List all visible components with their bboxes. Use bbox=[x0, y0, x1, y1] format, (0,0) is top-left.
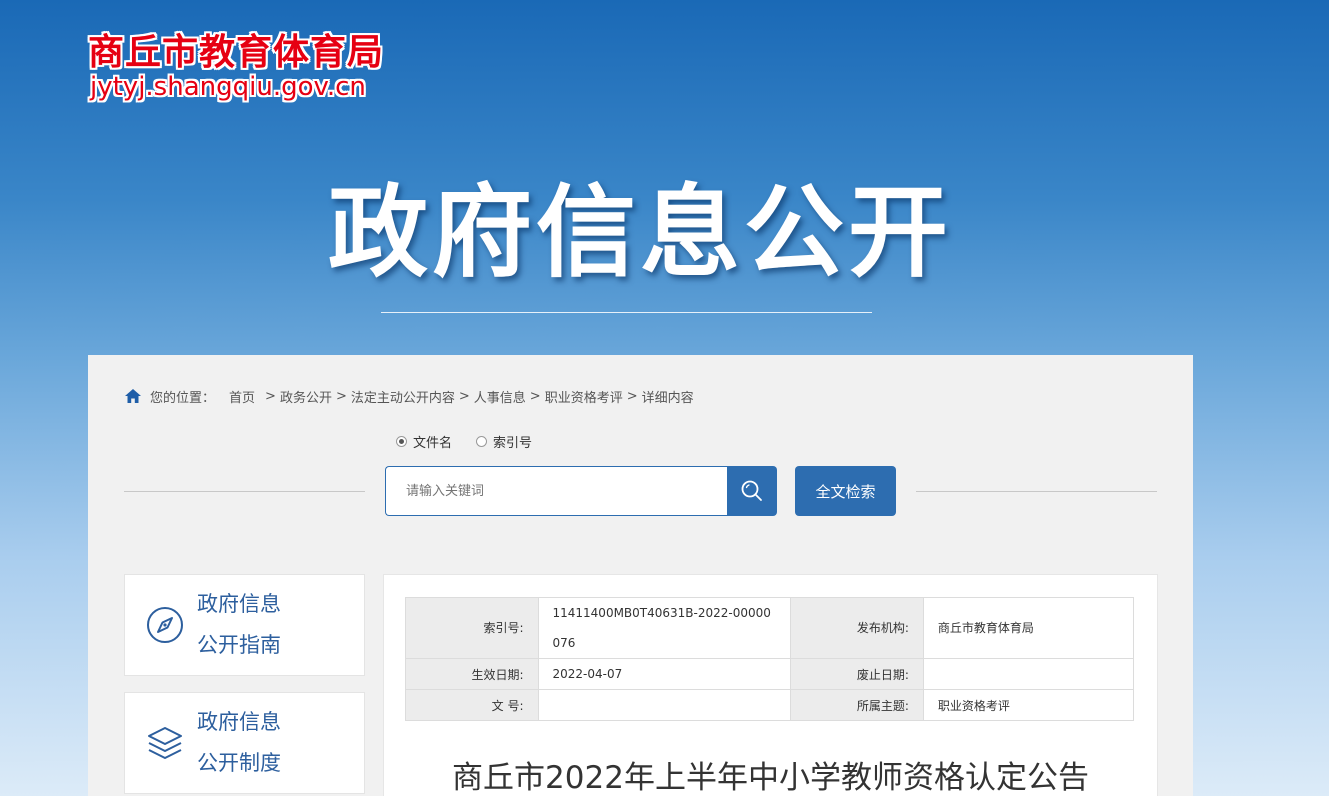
search-input[interactable] bbox=[385, 466, 728, 516]
breadcrumb-prefix: 您的位置： bbox=[150, 390, 216, 406]
breadcrumb-gov-affairs[interactable]: 政务公开 bbox=[280, 387, 332, 406]
document-info-table: 索引号: 11411400MB0T40631B-2022-00000076 发布… bbox=[405, 597, 1135, 721]
search-button[interactable] bbox=[727, 466, 777, 516]
breadcrumb: 您的位置： 首页 > 政务公开 > 法定主动公开内容 > 人事信息 > 职业资格… bbox=[124, 387, 694, 406]
sidebar-item-disclosure-system[interactable]: 政府信息 公开制度 bbox=[124, 692, 365, 794]
table-row: 生效日期: 2022-04-07 废止日期: bbox=[405, 658, 1135, 690]
radio-filename-label: 文件名 bbox=[413, 436, 453, 451]
logo-url: jytyj.shangqiu.gov.cn bbox=[90, 72, 366, 102]
breadcrumb-separator: > bbox=[335, 388, 347, 404]
document-number-label: 文 号: bbox=[405, 689, 539, 721]
effective-date-label: 生效日期: bbox=[405, 658, 539, 690]
document-number-value bbox=[537, 689, 792, 721]
fulltext-search-button[interactable]: 全文检索 bbox=[795, 466, 896, 516]
breadcrumb-detail: 详细内容 bbox=[641, 390, 694, 406]
expiry-date-label: 废止日期: bbox=[790, 658, 924, 690]
expiry-date-value bbox=[922, 658, 1135, 690]
sidebar-item-disclosure-guide[interactable]: 政府信息 公开指南 bbox=[124, 574, 365, 676]
radio-filename-dot[interactable] bbox=[396, 436, 407, 447]
table-row: 文 号: 所属主题: 职业资格考评 bbox=[405, 689, 1135, 721]
topic-value: 职业资格考评 bbox=[922, 689, 1135, 721]
table-row: 索引号: 11411400MB0T40631B-2022-00000076 发布… bbox=[405, 597, 1135, 659]
search-type-radios: 文件名 索引号 bbox=[396, 432, 556, 451]
breadcrumb-separator: > bbox=[458, 388, 470, 404]
index-number-label: 索引号: bbox=[405, 597, 539, 659]
site-logo[interactable]: 商丘市教育体育局 jytyj.shangqiu.gov.cn bbox=[88, 32, 408, 102]
radio-filename[interactable]: 文件名 bbox=[396, 432, 452, 451]
breadcrumb-separator: > bbox=[626, 388, 638, 404]
breadcrumb-personnel[interactable]: 人事信息 bbox=[474, 387, 526, 406]
breadcrumb-statutory-content[interactable]: 法定主动公开内容 bbox=[351, 387, 455, 406]
main-panel: 您的位置： 首页 > 政务公开 > 法定主动公开内容 > 人事信息 > 职业资格… bbox=[88, 355, 1193, 796]
article-content: 索引号: 11411400MB0T40631B-2022-00000076 发布… bbox=[383, 574, 1158, 796]
hero-title: 政府信息公开 bbox=[328, 174, 952, 291]
effective-date-value: 2022-04-07 bbox=[537, 658, 792, 690]
search-divider-right bbox=[916, 491, 1157, 492]
radio-index-number-label: 索引号 bbox=[493, 436, 533, 451]
sidebar-item-label: 公开制度 bbox=[197, 751, 281, 775]
breadcrumb-qualification[interactable]: 职业资格考评 bbox=[545, 387, 623, 406]
logo-title: 商丘市教育体育局 bbox=[88, 32, 385, 73]
hero-divider bbox=[381, 312, 872, 313]
article-title: 商丘市2022年上半年中小学教师资格认定公告 bbox=[452, 760, 1089, 796]
radio-index-number[interactable]: 索引号 bbox=[476, 432, 532, 451]
sidebar-item-label: 政府信息 bbox=[197, 592, 281, 616]
radio-index-number-dot[interactable] bbox=[476, 436, 488, 447]
compass-icon bbox=[145, 605, 185, 645]
sidebar-item-label: 政府信息 bbox=[197, 710, 281, 734]
sidebar-item-label: 公开指南 bbox=[197, 633, 281, 657]
layers-icon bbox=[145, 723, 185, 763]
search-icon bbox=[740, 479, 764, 503]
publisher-label: 发布机构: bbox=[790, 597, 924, 659]
index-number-value: 11411400MB0T40631B-2022-00000076 bbox=[537, 597, 792, 659]
topic-label: 所属主题: bbox=[790, 689, 924, 721]
breadcrumb-separator: > bbox=[265, 388, 276, 404]
breadcrumb-home[interactable]: 首页 bbox=[229, 387, 255, 406]
search-divider-left bbox=[124, 491, 365, 492]
breadcrumb-separator: > bbox=[529, 388, 541, 404]
home-icon bbox=[124, 388, 142, 404]
publisher-value: 商丘市教育体育局 bbox=[922, 597, 1135, 659]
